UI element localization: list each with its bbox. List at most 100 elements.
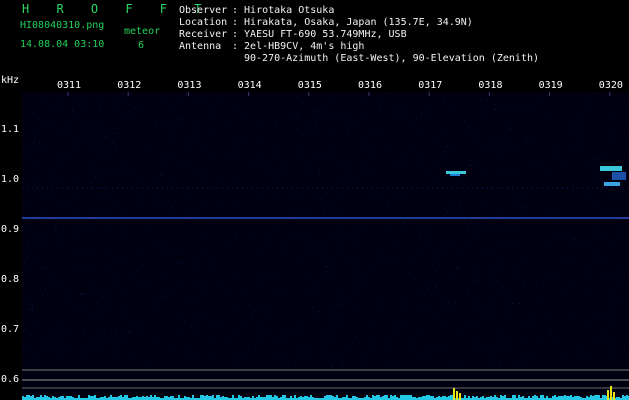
noise-speckle: [549, 277, 550, 279]
noise-level-bar: [450, 395, 452, 400]
noise-speckle: [454, 302, 456, 304]
noise-speckle: [186, 214, 188, 216]
noise-speckle: [433, 177, 435, 179]
noise-level-bar: [46, 396, 48, 400]
noise-speckle: [418, 309, 420, 311]
noise-level-bar: [332, 396, 334, 400]
noise-speckle: [440, 347, 442, 349]
noise-speckle: [78, 228, 80, 230]
noise-level-bar: [346, 395, 348, 400]
noise-level-bar: [232, 395, 234, 400]
noise-speckle: [589, 325, 591, 327]
noise-level-bar: [62, 396, 64, 400]
noise-speckle: [112, 202, 114, 204]
noise-speckle: [385, 228, 387, 229]
noise-speckle: [176, 119, 178, 121]
noise-speckle: [26, 206, 28, 208]
noise-speckle: [56, 336, 58, 338]
noise-level-bar: [94, 395, 96, 400]
noise-speckle: [367, 172, 369, 174]
noise-speckle: [88, 223, 90, 225]
noise-speckle: [337, 229, 338, 231]
noise-level-bar: [586, 396, 588, 400]
noise-speckle: [182, 102, 184, 104]
noise-speckle: [364, 286, 366, 288]
noise-level-bar: [542, 395, 544, 400]
noise-speckle: [95, 304, 97, 306]
noise-speckle: [132, 326, 134, 328]
noise-speckle: [573, 146, 574, 148]
noise-speckle: [509, 141, 511, 143]
noise-speckle: [79, 293, 81, 295]
noise-level-bar: [394, 395, 396, 400]
noise-speckle: [263, 307, 265, 309]
noise-speckle: [524, 255, 526, 257]
noise-level-bar: [372, 395, 374, 400]
noise-speckle: [252, 314, 253, 316]
noise-level-bar: [202, 395, 204, 400]
noise-speckle: [304, 134, 306, 136]
noise-speckle: [341, 362, 343, 364]
noise-speckle: [436, 140, 437, 142]
noise-level-bar: [532, 396, 534, 400]
spectrogram: [22, 92, 629, 400]
meteor-echo: [446, 171, 466, 174]
noise-speckle: [621, 94, 623, 96]
noise-speckle: [198, 174, 200, 175]
noise-speckle: [54, 228, 56, 230]
noise-speckle: [59, 239, 61, 241]
noise-level-bar: [172, 396, 174, 400]
noise-speckle: [272, 177, 274, 179]
noise-speckle: [103, 186, 105, 188]
noise-speckle: [71, 97, 73, 99]
noise-speckle: [183, 166, 185, 168]
noise-speckle: [505, 185, 507, 187]
noise-speckle: [480, 186, 482, 188]
noise-speckle: [312, 306, 314, 308]
noise-speckle: [354, 182, 356, 184]
noise-speckle: [301, 260, 302, 262]
noise-speckle: [622, 266, 624, 268]
noise-speckle: [322, 212, 324, 214]
noise-speckle: [449, 245, 451, 247]
noise-speckle: [511, 146, 513, 148]
noise-speckle: [526, 138, 528, 140]
noise-speckle: [338, 288, 340, 290]
noise-level-bar: [408, 395, 410, 400]
noise-speckle: [576, 345, 578, 347]
noise-speckle: [120, 318, 122, 320]
noise-speckle: [596, 175, 598, 177]
noise-speckle: [323, 213, 325, 215]
noise-speckle: [299, 320, 300, 321]
noise-speckle: [613, 277, 615, 279]
noise-speckle: [458, 209, 460, 211]
noise-speckle: [31, 304, 33, 306]
noise-speckle: [355, 307, 357, 309]
noise-speckle: [469, 227, 470, 229]
noise-speckle: [625, 100, 627, 102]
noise-speckle: [596, 340, 598, 342]
noise-speckle: [234, 334, 236, 336]
noise-speckle: [312, 317, 314, 319]
noise-level-bar: [570, 395, 572, 400]
noise-level-bar: [514, 395, 516, 400]
noise-speckle: [158, 246, 160, 248]
noise-speckle: [421, 113, 423, 115]
x-tick-label: 0318: [478, 80, 503, 91]
noise-speckle: [204, 291, 206, 293]
noise-speckle: [473, 237, 475, 238]
noise-speckle: [331, 113, 333, 115]
noise-speckle: [481, 110, 483, 112]
noise-speckle: [509, 229, 510, 231]
noise-speckle: [404, 193, 406, 195]
noise-speckle: [232, 360, 234, 362]
noise-speckle: [300, 357, 302, 359]
noise-speckle: [169, 106, 171, 107]
noise-speckle: [441, 128, 443, 130]
noise-level-bar: [204, 396, 206, 400]
noise-speckle: [325, 249, 327, 251]
noise-speckle: [174, 202, 176, 204]
noise-speckle: [209, 337, 211, 339]
noise-speckle: [507, 242, 509, 244]
noise-speckle: [494, 103, 496, 105]
